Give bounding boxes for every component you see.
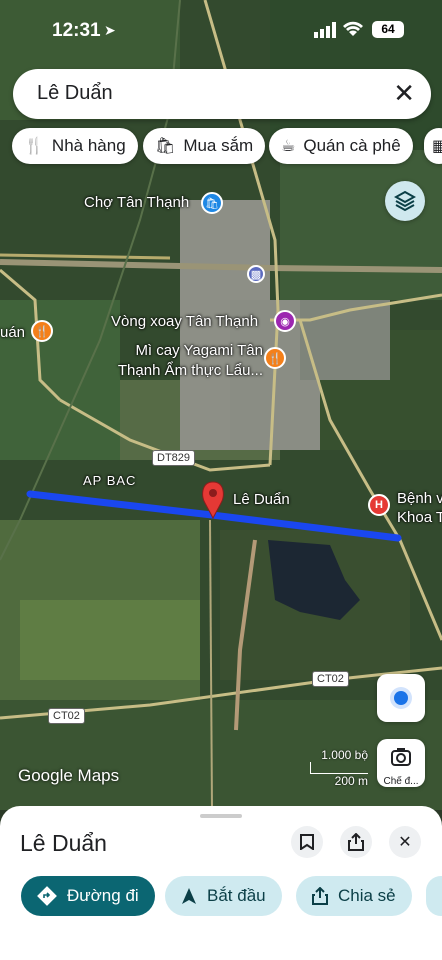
restaurant-poi-icon[interactable]: 🍴 (31, 320, 53, 342)
start-button[interactable]: Bắt đầu (165, 876, 282, 916)
shopping-poi-icon[interactable]: 🛍 (201, 192, 223, 214)
area-label-ap-bac: AP BAC (83, 473, 137, 488)
map-imagery (0, 0, 442, 810)
more-action-button[interactable] (426, 876, 442, 916)
close-icon[interactable]: ✕ (393, 79, 415, 107)
lens-button[interactable]: Chế đ... (377, 739, 425, 787)
category-chips: 🍴 Nhà hàng 🛍 Mua sắm ☕ Quán cà phê ▦ (0, 128, 442, 166)
place-bottom-sheet[interactable]: Lê Duẩn ✕ Đường đi Bắt đầu Chia sẻ (0, 806, 442, 960)
hospital-label[interactable]: Bệnh v Khoa T (397, 489, 442, 527)
road-tag-dt829: DT829 (152, 450, 196, 466)
drag-handle[interactable] (200, 814, 242, 818)
share-icon (348, 833, 364, 851)
my-location-button[interactable] (377, 674, 425, 722)
battery-icon: 64 (372, 21, 404, 38)
close-sheet-button[interactable]: ✕ (389, 826, 421, 858)
layers-icon (394, 190, 416, 212)
cellular-signal-icon (314, 22, 336, 38)
lens-label: Chế đ... (383, 776, 419, 787)
directions-button[interactable]: Đường đi (21, 876, 155, 916)
navigation-arrow-icon (182, 888, 196, 904)
camera-lens-icon (391, 748, 411, 766)
pin-label[interactable]: Lê Duẩn (233, 491, 290, 508)
share-button[interactable] (340, 826, 372, 858)
close-icon: ✕ (398, 834, 412, 851)
status-bar: 12:31 ➤ 64 (0, 0, 442, 60)
bookmark-icon (300, 834, 314, 850)
wifi-icon (343, 21, 363, 36)
camera-poi-icon[interactable]: ◉ (274, 310, 296, 332)
my-location-icon (394, 691, 408, 705)
directions-icon (37, 886, 57, 906)
bus-stop-icon[interactable]: ▩ (247, 265, 265, 283)
location-arrow-icon: ➤ (104, 22, 116, 38)
restaurant-label[interactable]: Mì cay Yagami Tân Thạnh Ẩm thực Lẩu... (103, 341, 263, 381)
restaurant-icon: 🍴 (24, 138, 44, 155)
satellite-map[interactable]: 🛍 Chợ Tân Thạnh ▩ ◉ Vòng xoay Tân Thạnh … (0, 0, 442, 810)
search-bar[interactable]: Lê Duẩn ✕ (13, 69, 431, 119)
layers-button[interactable] (385, 181, 425, 221)
google-maps-logo: Google Maps (18, 766, 120, 785)
left-edge-label: uán (0, 324, 26, 341)
chip-shopping[interactable]: 🛍 Mua sắm (143, 128, 266, 164)
chip-more[interactable]: ▦ (424, 128, 442, 164)
hotel-icon: ▦ (432, 138, 442, 155)
scale-bar: 1.000 bộ 200 m (310, 748, 368, 788)
restaurant-poi-icon[interactable]: 🍴 (264, 347, 286, 369)
share-action-button[interactable]: Chia sẻ (296, 876, 412, 916)
coffee-icon: ☕ (281, 138, 296, 155)
clock: 12:31 (52, 20, 101, 41)
save-button[interactable] (291, 826, 323, 858)
place-title: Lê Duẩn (20, 830, 107, 856)
share-icon (312, 887, 328, 905)
roundabout-label[interactable]: Vòng xoay Tân Thạnh (111, 313, 258, 330)
road-tag-ct02: CT02 (48, 708, 85, 724)
chip-coffee[interactable]: ☕ Quán cà phê (269, 128, 413, 164)
hospital-poi-icon[interactable]: H (368, 494, 390, 516)
market-label[interactable]: Chợ Tân Thạnh (84, 194, 189, 211)
search-query[interactable]: Lê Duẩn (37, 82, 113, 105)
shopping-bag-icon: 🛍 (155, 138, 176, 155)
chip-restaurants[interactable]: 🍴 Nhà hàng (12, 128, 138, 164)
road-tag-ct02: CT02 (312, 671, 349, 687)
